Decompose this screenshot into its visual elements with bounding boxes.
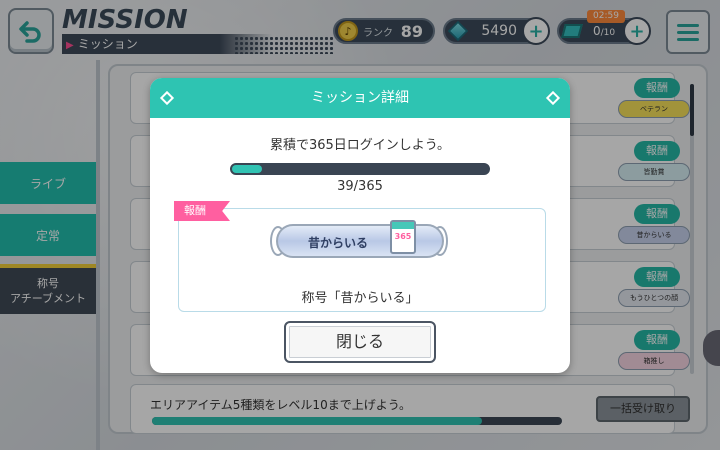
progress-fill xyxy=(232,165,262,173)
progress-track xyxy=(230,163,490,175)
modal-title: ミッション詳細 xyxy=(311,90,409,106)
calendar-header xyxy=(392,222,414,229)
title-plate-text: 昔からいる xyxy=(308,236,369,250)
mission-description: 累積で365日ログインしよう。 xyxy=(269,138,451,153)
reward-badge: 報酬 xyxy=(174,201,230,221)
calendar-icon: 365 xyxy=(390,220,416,254)
modal-header: ミッション詳細 xyxy=(150,78,570,118)
reward-name: 称号「昔からいる」 xyxy=(301,291,419,306)
close-button[interactable]: 閉じる xyxy=(284,321,436,363)
title-plate: 昔からいる xyxy=(276,224,444,258)
mission-detail-modal: ミッション詳細 累積で365日ログインしよう。 39/365 報酬 昔からいる … xyxy=(150,78,570,373)
progress-text: 39/365 xyxy=(337,179,383,194)
calendar-number: 365 xyxy=(394,232,412,241)
